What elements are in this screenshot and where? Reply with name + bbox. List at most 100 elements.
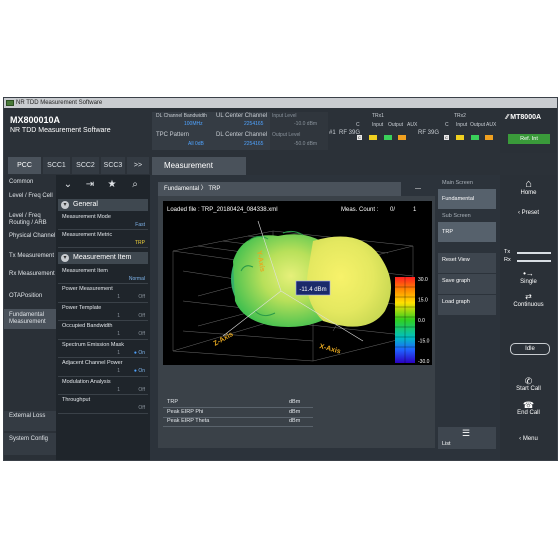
rx-label: Rx <box>504 257 511 263</box>
app-window: NR TDD Measurement Software MX800010A NR… <box>3 97 558 461</box>
general-section-header[interactable]: ▾ General <box>58 199 148 211</box>
screen-selector-panel: Main Screen Fundamental Sub Screen TRP R… <box>436 175 500 460</box>
measurement-item-value: Normal <box>128 276 145 282</box>
color-scale-tick: -15.0 <box>418 339 430 345</box>
measurement-item-state-text: On <box>138 349 145 356</box>
collapse-all-icon[interactable]: ⌄ <box>59 178 77 192</box>
output-level-label: Output Level <box>272 132 301 138</box>
expand-icon[interactable]: ⇥ <box>81 178 99 192</box>
measurement-item-state[interactable]: Off <box>138 331 145 337</box>
end-call-button[interactable]: ☎ End Call <box>502 400 555 420</box>
ul-center-label: UL Center Channel <box>216 113 268 119</box>
single-button[interactable]: •→ Single <box>502 269 555 289</box>
trx1-input-led <box>369 135 378 141</box>
nav-external-loss[interactable]: External Loss <box>4 411 56 431</box>
measurement-item-option-row[interactable]: Power Measurement 1 Off <box>58 284 148 303</box>
measurement-item-option-row[interactable]: Occupied Bandwidth 1 Off <box>58 321 148 340</box>
nav-physical-channel[interactable]: Physical Channel <box>4 233 56 240</box>
measurement-metric-row[interactable]: Measurement Metric TRP <box>58 230 148 248</box>
minimize-button[interactable]: — <box>401 182 435 196</box>
search-icon[interactable]: ⌕ <box>126 178 144 192</box>
tab-scc3[interactable]: SCC3 <box>101 157 125 174</box>
results-table: TRP dBm Peak EIRP Phi dBm Peak EIRP Theta dBm <box>163 398 313 428</box>
header-bar: MX800010A NR TDD Measurement Software DL… <box>4 108 557 153</box>
measurement-item-option-row[interactable]: Throughput Off <box>58 395 148 414</box>
output-level-value: -50.0 dBm <box>294 141 318 147</box>
nav-tx-measurement[interactable]: Tx Measurement <box>4 253 56 260</box>
trx2-status-leds: C <box>444 129 495 147</box>
tx-label: Tx <box>504 249 511 255</box>
measurement-item-count: 1 <box>117 331 120 337</box>
fundamental-screen-button[interactable]: Fundamental <box>438 189 496 209</box>
chevron-left-icon: ‹ <box>519 436 522 442</box>
save-graph-button[interactable]: Save graph <box>438 274 496 294</box>
trx1-col-aux: AUX <box>407 122 418 128</box>
nav-ota-position[interactable]: OTAPosition <box>4 293 56 300</box>
favorite-star-icon[interactable]: ★ <box>103 178 121 192</box>
measurement-item-row[interactable]: Measurement Item Normal <box>58 266 148 284</box>
tab-measurement[interactable]: Measurement <box>152 157 246 175</box>
trp-screen-button[interactable]: TRP <box>438 222 496 242</box>
end-call-icon: ☎ <box>522 400 535 410</box>
trx1-col-c: C <box>356 122 360 128</box>
carrier-tabs: PCC SCC1 SCC2 SCC3 >> <box>4 153 557 175</box>
dl-bw-label: DL Channel Bandwidth <box>156 113 207 119</box>
reset-view-button[interactable]: Reset View <box>438 253 496 273</box>
input-level-value: -10.0 dBm <box>294 121 318 127</box>
breadcrumb-root[interactable]: Fundamental <box>164 186 199 192</box>
load-graph-button[interactable]: Load graph <box>438 295 496 315</box>
measurement-item-state[interactable]: ● On <box>134 368 145 374</box>
sub-screen-label: Sub Screen <box>442 213 471 219</box>
preset-button[interactable]: ‹ Preset <box>502 204 555 222</box>
start-call-button[interactable]: ✆ Start Call <box>502 376 555 396</box>
ref-int-badge[interactable]: Ref. Int <box>508 134 550 144</box>
nav-common[interactable]: Common <box>4 179 56 186</box>
measurement-item-option-row[interactable]: Power Template 1 Off <box>58 303 148 321</box>
color-scale-tick: 15.0 <box>418 298 428 304</box>
trx2-col-output: Output <box>470 122 486 128</box>
trx1-aux-led <box>398 135 407 141</box>
measurement-item-option-row[interactable]: Adjacent Channel Power 1 ● On <box>58 358 148 377</box>
list-button[interactable]: ☰ List <box>438 427 496 449</box>
measurement-item-option-row[interactable]: Modulation Analysis 1 Off <box>58 377 148 395</box>
measurement-item-state[interactable]: ● On <box>134 350 145 356</box>
chevron-left-icon: ‹ <box>517 210 520 216</box>
radiation-lobe <box>231 230 392 327</box>
tab-scc2[interactable]: SCC2 <box>72 157 99 174</box>
nav-level-freq-routing[interactable]: Level / Freq Routing / ARB <box>4 213 56 227</box>
radiation-pattern-plot[interactable]: Z-Axis X-Axis Y-Axis -11.4 dBm Loaded fi… <box>163 201 432 365</box>
home-button[interactable]: ⌂ Home <box>502 178 555 204</box>
measurement-item-option-row[interactable]: Spectrum Emission Mask 1 ● On <box>58 340 148 358</box>
measurement-item-state-text: Off <box>138 386 145 393</box>
measurement-item-state-text: On <box>138 368 145 374</box>
window-titlebar: NR TDD Measurement Software <box>4 98 557 108</box>
trx2-label: TRx2 <box>454 113 466 119</box>
breadcrumb-bar: Fundamental 〉 TRP — <box>158 182 435 196</box>
measurement-item-state[interactable]: Off <box>138 405 145 411</box>
nav-fundamental-measurement[interactable]: Fundamental Measurement <box>4 309 56 329</box>
window-title: NR TDD Measurement Software <box>16 100 103 106</box>
measurement-item-state[interactable]: Off <box>138 313 145 319</box>
nav-rx-measurement[interactable]: Rx Measurement <box>4 271 56 278</box>
result-row: TRP dBm <box>163 398 313 408</box>
tab-pcc[interactable]: PCC <box>8 157 41 174</box>
dl-center-value: 2254165 <box>244 141 264 147</box>
measurement-item-count: 1 <box>117 349 120 356</box>
trx2-col-aux: AUX <box>486 122 497 128</box>
result-label: TRP <box>167 399 178 405</box>
collapse-arrow-icon: ▾ <box>61 254 69 262</box>
measurement-item-state[interactable]: Off <box>138 387 145 393</box>
trx1-status-leds: C <box>357 129 408 147</box>
tx-level-bar <box>517 252 551 254</box>
nav-level-freq-cell[interactable]: Level / Freq Cell <box>4 193 56 200</box>
tab-more[interactable]: >> <box>127 157 149 174</box>
trx2-col-input: Input <box>456 122 468 128</box>
tab-scc1[interactable]: SCC1 <box>43 157 70 174</box>
measurement-item-section-header[interactable]: ▾ Measurement Item <box>58 252 148 264</box>
nav-system-config[interactable]: System Config <box>4 433 56 455</box>
measurement-item-state[interactable]: Off <box>138 294 145 300</box>
menu-button[interactable]: ‹ Menu <box>502 430 555 448</box>
measurement-mode-row[interactable]: Measurement Mode Fast <box>58 212 148 230</box>
start-call-label: Start Call <box>516 386 541 392</box>
continuous-button[interactable]: ⇄ Continuous <box>502 292 555 312</box>
